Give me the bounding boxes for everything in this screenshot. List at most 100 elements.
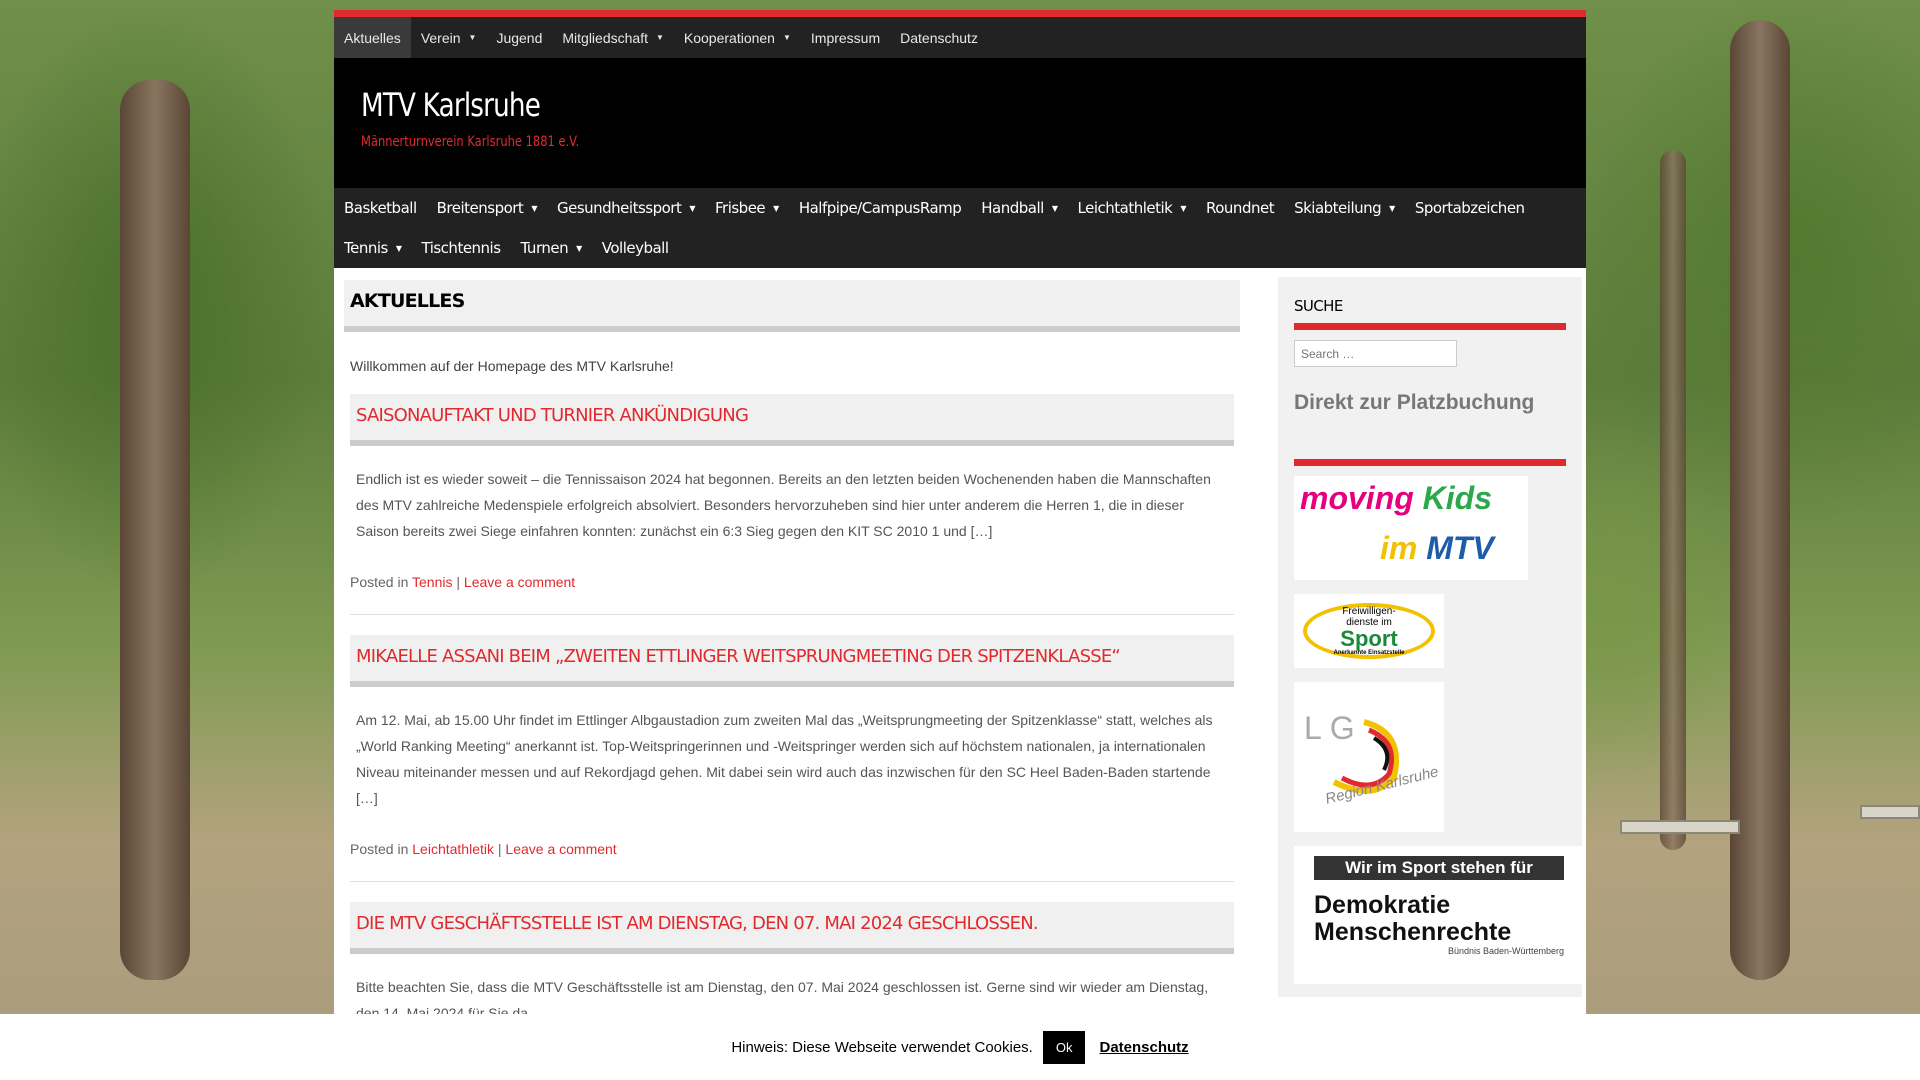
search-input[interactable] — [1294, 340, 1457, 367]
post: Mikaelle Assani beim „Zweiten Ettlinger … — [350, 635, 1234, 882]
im-word: im — [1380, 530, 1418, 566]
demokratie-line1: Demokratie — [1314, 891, 1451, 919]
main-menu-item-label: Volleyball — [601, 239, 669, 257]
main-menu-item-label: Gesundheitssport — [556, 199, 682, 217]
main-menu-item-basketball[interactable]: Basketball — [334, 188, 427, 228]
main-menu-item-roundnet[interactable]: Roundnet — [1196, 188, 1284, 228]
top-menu-item-jugend[interactable]: Jugend — [486, 17, 552, 58]
lg-swoosh-icon — [1332, 719, 1399, 794]
page-title: AKTUELLES — [350, 290, 465, 312]
post-excerpt: Endlich ist es wieder soweit – die Tenni… — [356, 471, 1211, 539]
demokratie-line2: Menschenrechte — [1314, 918, 1512, 946]
main-menu-item-skiabteilung[interactable]: Skiabteilung ▼ — [1284, 188, 1405, 228]
background-bench — [1620, 820, 1740, 834]
post-meta: Posted in Tennis | Leave a comment — [350, 574, 1234, 615]
top-menu-item-kooperationen[interactable]: Kooperationen ▼ — [674, 17, 801, 58]
demokratie-banner[interactable]: Wir im Sport stehen für Demokratie Mensc… — [1294, 846, 1584, 984]
main-content: AKTUELLES Willkommen auf der Homepage de… — [344, 280, 1240, 1026]
main-menu-item-volleyball[interactable]: Volleyball — [592, 228, 679, 268]
main-menu-item-label: Handball — [981, 199, 1044, 217]
caret-down-icon: ▼ — [1051, 203, 1058, 213]
top-menu-item-impressum[interactable]: Impressum — [801, 17, 890, 58]
main-menu-item-label: Frisbee — [715, 199, 766, 217]
sidebar: SUCHE Direkt zur Platzbuchung moving Kid… — [1278, 277, 1584, 997]
freiwilligendienste-logo: Freiwilligen- dienste im Sport Anerkannt… — [1303, 603, 1435, 659]
post: Saisonauftakt und Turnier Ankündigung En… — [350, 394, 1234, 615]
lg-region-karlsruhe-banner[interactable]: LG Region Karlsruhe — [1294, 682, 1444, 832]
post-meta: Posted in Leichtathletik | Leave a comme… — [350, 841, 1234, 882]
site-title[interactable]: MTV Karlsruhe — [361, 86, 1366, 124]
posted-in-label: Posted in — [350, 841, 409, 857]
welcome-text: Willkommen auf der Homepage des MTV Karl… — [350, 358, 674, 374]
main-menu-item-tischtennis[interactable]: Tischtennis — [412, 228, 511, 268]
post-header: Die MTV Geschäftsstelle ist am Dienstag,… — [350, 902, 1234, 954]
top-menu-item-datenschutz[interactable]: Datenschutz — [890, 17, 988, 58]
main-menu-item-turnen[interactable]: Turnen ▼ — [511, 228, 592, 268]
post-excerpt: Am 12. Mai, ab 15.00 Uhr findet im Ettli… — [356, 712, 1213, 806]
fsj-line4: Anerkannte Einsatzstelle — [1333, 650, 1405, 656]
page-header: AKTUELLES — [344, 280, 1240, 332]
main-menu-item-label: Halfpipe/CampusRamp — [798, 199, 962, 217]
top-menu-item-label: Datenschutz — [900, 29, 978, 46]
main-menu-item-frisbee[interactable]: Frisbee ▼ — [705, 188, 789, 228]
background-tree-trunk-right-2 — [1660, 150, 1686, 850]
cookie-ok-button[interactable]: Ok — [1042, 1030, 1086, 1064]
moving-kids-line2: im MTV — [1380, 530, 1494, 567]
meta-separator: | — [497, 841, 502, 857]
caret-down-icon: ▼ — [773, 203, 779, 213]
top-menu-item-label: Verein — [420, 29, 461, 46]
comment-link[interactable]: Leave a comment — [464, 574, 575, 590]
main-menu-item-breitensport[interactable]: Breitensport ▼ — [427, 188, 547, 228]
caret-down-icon: ▼ — [468, 33, 477, 42]
top-menu-item-label: Kooperationen — [683, 29, 775, 46]
caret-down-icon: ▼ — [395, 243, 402, 253]
top-menu-item-aktuelles[interactable]: Aktuelles — [334, 17, 411, 58]
freiwilligendienste-banner[interactable]: Freiwilligen- dienste im Sport Anerkannt… — [1294, 594, 1444, 668]
fsj-line3: Sport — [1340, 626, 1398, 651]
top-menu-item-verein[interactable]: Verein ▼ — [411, 17, 487, 58]
main-menu-item-handball[interactable]: Handball ▼ — [971, 188, 1067, 228]
background-tree-trunk-right — [1730, 20, 1790, 980]
main-menu-item-tennis[interactable]: Tennis ▼ — [334, 228, 412, 268]
main-menu-item-label: Tischtennis — [421, 239, 502, 257]
mtv-word: MTV — [1426, 530, 1494, 566]
comment-link[interactable]: Leave a comment — [505, 841, 616, 857]
caret-down-icon: ▼ — [1180, 203, 1186, 213]
cookie-notice-text: Hinweis: Diese Webseite verwendet Cookie… — [731, 1038, 1033, 1056]
demokratie-footer: Bündnis Baden-Württemberg — [1447, 946, 1564, 956]
main-menu-item-sportabzeichen[interactable]: Sportabzeichen — [1405, 188, 1535, 228]
moving-kids-banner[interactable]: moving Kids im MTV — [1294, 476, 1528, 580]
top-menu-item-label: Jugend — [496, 29, 543, 46]
moving-kids-line1: moving Kids — [1300, 480, 1492, 517]
post-title-link[interactable]: Die MTV Geschäftsstelle ist am Dienstag,… — [356, 913, 1228, 934]
main-menu-item-label: Basketball — [344, 199, 417, 217]
top-menu-item-label: Aktuelles — [344, 29, 401, 46]
moving-word: moving — [1300, 480, 1414, 516]
post-header: Mikaelle Assani beim „Zweiten Ettlinger … — [350, 635, 1234, 687]
cookie-privacy-link[interactable]: Datenschutz — [1099, 1039, 1188, 1056]
category-link[interactable]: Leichtathletik — [412, 841, 494, 857]
site-branding: MTV Karlsruhe Männerturnverein Karlsruhe… — [334, 58, 1586, 188]
caret-down-icon: ▼ — [1389, 203, 1395, 213]
site-description: Männerturnverein Karlsruhe 1881 e.V. — [361, 134, 580, 150]
main-menu-item-label: Breitensport — [436, 199, 524, 217]
main-menu-item-label: Leichtathletik — [1077, 199, 1173, 217]
booking-link[interactable]: Direkt zur Platzbuchung — [1294, 391, 1566, 415]
search-widget-title: SUCHE — [1294, 297, 1566, 330]
main-menu-item-label: Turnen — [520, 239, 569, 257]
main-menu-item-leichtathletik[interactable]: Leichtathletik ▼ — [1068, 188, 1197, 228]
cookie-notice: Hinweis: Diese Webseite verwendet Cookie… — [0, 1014, 1920, 1080]
post-header: Saisonauftakt und Turnier Ankündigung — [350, 394, 1234, 446]
caret-down-icon: ▼ — [576, 243, 582, 253]
background-bench-2 — [1860, 805, 1920, 819]
main-menu-item-label: Skiabteilung — [1294, 199, 1382, 217]
widget-divider — [1294, 459, 1566, 466]
top-menu-item-mitgliedschaft[interactable]: Mitgliedschaft ▼ — [552, 17, 674, 58]
category-link[interactable]: Tennis — [412, 574, 452, 590]
fsj-line1: Freiwilligen- — [1342, 606, 1396, 617]
main-menu-item-halfpipe-campusramp[interactable]: Halfpipe/CampusRamp — [789, 188, 971, 228]
post-title-link[interactable]: Mikaelle Assani beim „Zweiten Ettlinger … — [356, 646, 1228, 667]
caret-down-icon: ▼ — [782, 33, 791, 42]
main-menu-item-gesundheitssport[interactable]: Gesundheitssport ▼ — [547, 188, 705, 228]
post-title-link[interactable]: Saisonauftakt und Turnier Ankündigung — [356, 405, 1228, 426]
